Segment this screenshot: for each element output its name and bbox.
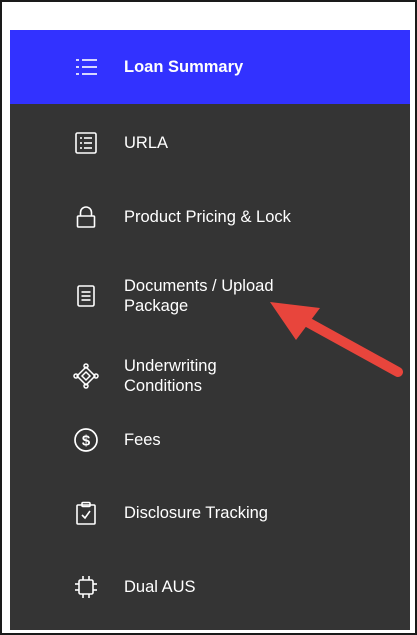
sidebar-item-product-pricing-lock[interactable]: Product Pricing & Lock	[10, 180, 410, 254]
sidebar-item-label: Documents / Upload Package	[124, 277, 274, 315]
screenshot-frame: Loan Summary URLA Product Pricing & Lock…	[0, 0, 417, 635]
sidebar-item-loan-summary[interactable]: Loan Summary	[10, 30, 410, 104]
lock-icon	[72, 203, 100, 231]
network-diamond-icon	[72, 362, 100, 390]
sidebar-item-fees[interactable]: $ Fees	[10, 404, 410, 476]
document-icon	[72, 282, 100, 310]
sidebar-item-label: Fees	[124, 431, 161, 449]
sidebar-item-label: Disclosure Tracking	[124, 504, 268, 522]
sidebar-item-urla[interactable]: URLA	[10, 106, 410, 180]
list-icon	[72, 53, 100, 81]
sidebar-item-label: Underwriting Conditions	[124, 357, 217, 395]
clipboard-check-icon	[72, 499, 100, 527]
sidebar-item-label: Dual AUS	[124, 578, 196, 596]
dollar-circle-icon: $	[72, 426, 100, 454]
sidebar-item-disclosure-tracking[interactable]: Disclosure Tracking	[10, 476, 410, 550]
sidebar-item-label: Product Pricing & Lock	[124, 208, 291, 226]
svg-text:$: $	[82, 433, 91, 450]
chip-icon	[72, 573, 100, 601]
sidebar-nav: Loan Summary URLA Product Pricing & Lock…	[10, 30, 410, 630]
form-document-icon	[72, 129, 100, 157]
sidebar-item-label: Loan Summary	[124, 58, 244, 76]
sidebar-item-dual-aus[interactable]: Dual AUS	[10, 550, 410, 624]
sidebar-item-label: URLA	[124, 134, 169, 152]
sidebar-item-documents-upload-package[interactable]: Documents / Upload Package	[10, 256, 410, 336]
